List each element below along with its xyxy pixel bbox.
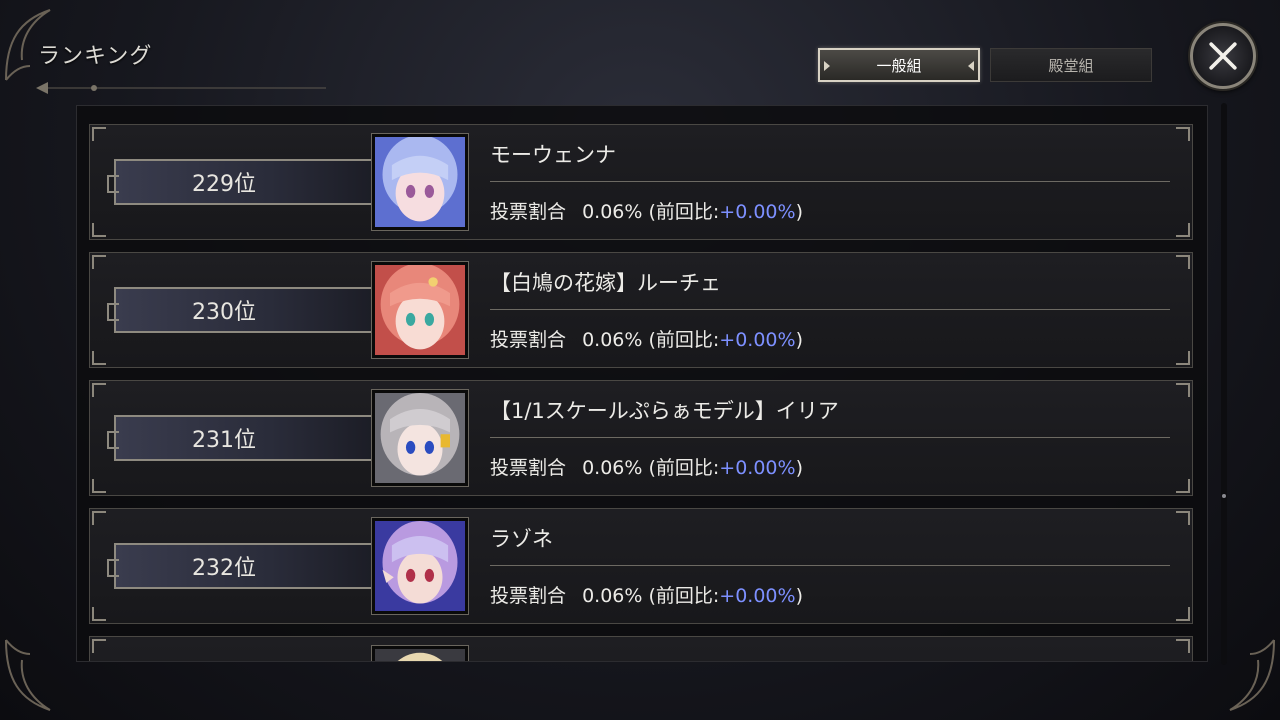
vote-share-value: 0.06% bbox=[582, 585, 643, 607]
close-x-icon bbox=[1209, 42, 1237, 70]
vote-share-value: 0.06% bbox=[582, 457, 643, 479]
row-divider bbox=[490, 437, 1170, 438]
character-portrait bbox=[371, 645, 469, 661]
prev-compare-value: +0.00% bbox=[719, 201, 796, 223]
vote-share-label: 投票割合 bbox=[490, 201, 567, 223]
ranking-list: 229位 モーウェンナ 投票割合 0.06% (前回比:+0.00%) 230位… bbox=[76, 105, 1208, 662]
prev-compare-open: (前回比: bbox=[648, 201, 720, 223]
prev-compare-open: (前回比: bbox=[648, 585, 720, 607]
vote-share-label: 投票割合 bbox=[490, 585, 567, 607]
rank-label: 232位 bbox=[192, 556, 256, 581]
scrollbar-track[interactable] bbox=[1221, 103, 1227, 665]
scrollbar-thumb[interactable] bbox=[1222, 494, 1226, 498]
vote-stats: 投票割合 0.06% (前回比:+0.00%) bbox=[490, 325, 803, 352]
row-divider bbox=[490, 309, 1170, 310]
ranking-row[interactable]: 231位 【1/1スケールぷらぁモデル】イリア 投票割合 0.06% (前回比:… bbox=[89, 380, 1193, 496]
rank-label: 231位 bbox=[192, 428, 256, 453]
group-tabs: 一般組 殿堂組 bbox=[818, 48, 1152, 82]
rank-badge: 230位 bbox=[107, 287, 372, 333]
row-divider bbox=[490, 181, 1170, 182]
rank-label: 230位 bbox=[192, 300, 256, 325]
rank-badge: 229位 bbox=[107, 159, 372, 205]
prev-compare-close: ) bbox=[795, 585, 803, 607]
ranking-row[interactable] bbox=[89, 636, 1193, 661]
character-portrait bbox=[371, 517, 469, 615]
close-button[interactable] bbox=[1190, 23, 1256, 89]
character-name: モーウェンナ bbox=[490, 143, 616, 167]
character-portrait bbox=[371, 133, 469, 231]
ranking-row[interactable]: 230位 【白鳩の花嫁】ルーチェ 投票割合 0.06% (前回比:+0.00%) bbox=[89, 252, 1193, 368]
character-name: 【1/1スケールぷらぁモデル】イリア bbox=[490, 399, 839, 423]
vote-share-value: 0.06% bbox=[582, 329, 643, 351]
prev-compare-value: +0.00% bbox=[719, 329, 796, 351]
vote-share-value: 0.06% bbox=[582, 201, 643, 223]
rank-badge: 232位 bbox=[107, 543, 372, 589]
vote-stats: 投票割合 0.06% (前回比:+0.00%) bbox=[490, 197, 803, 224]
rank-label: 229位 bbox=[192, 172, 256, 197]
prev-compare-value: +0.00% bbox=[719, 457, 796, 479]
vote-stats: 投票割合 0.06% (前回比:+0.00%) bbox=[490, 581, 803, 608]
prev-compare-open: (前回比: bbox=[648, 457, 720, 479]
prev-compare-close: ) bbox=[795, 201, 803, 223]
tab-hall-of-fame-group[interactable]: 殿堂組 bbox=[990, 48, 1152, 82]
ranking-row[interactable]: 232位 ラゾネ 投票割合 0.06% (前回比:+0.00%) bbox=[89, 508, 1193, 624]
ranking-row[interactable]: 229位 モーウェンナ 投票割合 0.06% (前回比:+0.00%) bbox=[89, 124, 1193, 240]
character-portrait bbox=[371, 261, 469, 359]
prev-compare-close: ) bbox=[795, 329, 803, 351]
vote-stats: 投票割合 0.06% (前回比:+0.00%) bbox=[490, 453, 803, 480]
character-name: 【白鳩の花嫁】ルーチェ bbox=[490, 271, 721, 295]
character-name: ラゾネ bbox=[490, 527, 553, 551]
prev-compare-close: ) bbox=[795, 457, 803, 479]
row-divider bbox=[490, 565, 1170, 566]
prev-compare-value: +0.00% bbox=[719, 585, 796, 607]
title-ornament-rule bbox=[36, 82, 326, 94]
character-portrait bbox=[371, 389, 469, 487]
page-title: ランキング bbox=[38, 44, 153, 69]
tab-general-group[interactable]: 一般組 bbox=[818, 48, 980, 82]
vote-share-label: 投票割合 bbox=[490, 457, 567, 479]
prev-compare-open: (前回比: bbox=[648, 329, 720, 351]
rank-badge: 231位 bbox=[107, 415, 372, 461]
vote-share-label: 投票割合 bbox=[490, 329, 567, 351]
